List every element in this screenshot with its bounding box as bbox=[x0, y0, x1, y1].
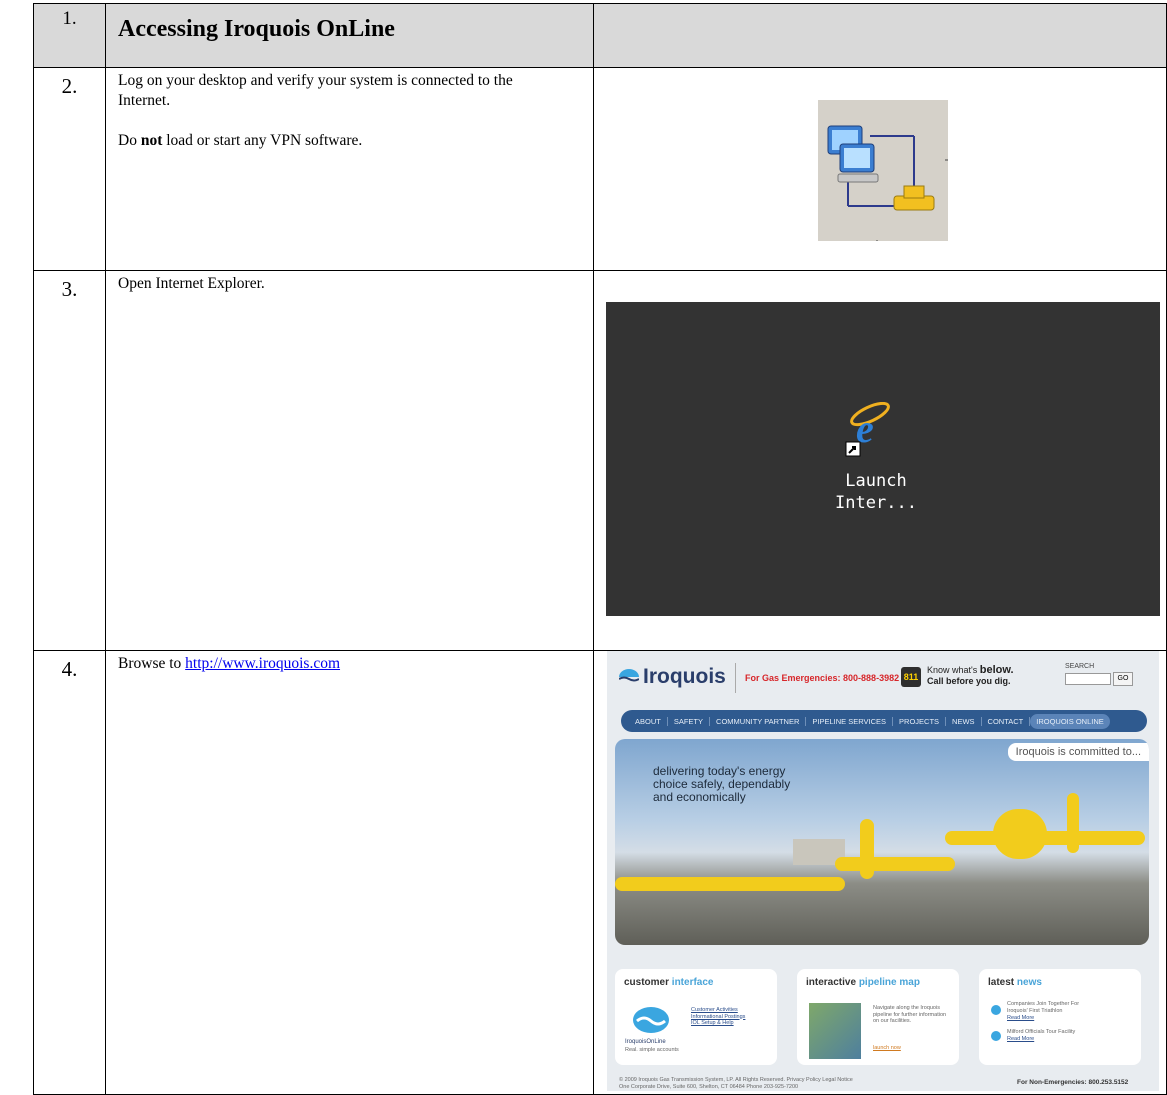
row4-number: 4. bbox=[61, 657, 78, 681]
nav-safety[interactable]: SAFETY bbox=[668, 716, 711, 726]
news-item-2-read-more[interactable]: Read More bbox=[1007, 1036, 1034, 1043]
pipe-vertical bbox=[860, 819, 874, 879]
news-item-1: Companies Join Together For Iroquois' Fi… bbox=[1007, 1001, 1080, 1014]
nav-pipeline-services[interactable]: PIPELINE SERVICES bbox=[806, 716, 894, 726]
row3-number-cell: 3. bbox=[33, 270, 106, 651]
pipe-main bbox=[615, 877, 845, 891]
network-connection-image bbox=[818, 100, 948, 242]
pipeline-map-description: Navigate along the Iroquois pipeline for… bbox=[873, 1005, 947, 1024]
main-nav: ABOUT SAFETY COMMUNITY PARTNER PIPELINE … bbox=[621, 710, 1147, 732]
nav-contact[interactable]: CONTACT bbox=[982, 716, 1031, 726]
pipe-riser bbox=[1067, 793, 1079, 853]
step2-instruction: Log on your desktop and verify your syst… bbox=[118, 72, 513, 109]
pipe-bend bbox=[835, 857, 955, 871]
news-item-1-read-more[interactable]: Read More bbox=[1007, 1015, 1034, 1022]
search-go-button[interactable]: GO bbox=[1113, 672, 1133, 686]
hero-banner: Iroquois is committed to... delivering t… bbox=[615, 739, 1149, 945]
row3-text-cell: Open Internet Explorer. bbox=[105, 270, 594, 651]
search-label: SEARCH bbox=[1065, 663, 1095, 670]
panel2-heading: interactive pipeline map bbox=[806, 977, 920, 988]
row2-number-cell: 2. bbox=[33, 67, 106, 271]
panel3-heading: latest news bbox=[988, 977, 1042, 988]
row2-text-cell: Log on your desktop and verify your syst… bbox=[105, 67, 594, 271]
iroquois-website-screenshot: Iroquois For Gas Emergencies: 800-888-39… bbox=[607, 651, 1159, 1091]
iroquois-online-tagline: Real. simple accounts bbox=[625, 1047, 679, 1053]
row4-number-cell: 4. bbox=[33, 650, 106, 1095]
link-iol-setup-help[interactable]: IOL Setup & Help bbox=[691, 1020, 745, 1027]
news-bullet-icon bbox=[991, 1005, 1001, 1015]
row2-number: 2. bbox=[61, 74, 78, 98]
news-item-2: Milford Officials Tour Facility bbox=[1007, 1029, 1076, 1035]
site-header: Iroquois For Gas Emergencies: 800-888-39… bbox=[618, 663, 1149, 693]
know-whats-below: Know what's below. Call before you dig. bbox=[927, 664, 1014, 687]
ie-shortcut-label[interactable]: Launch Inter... bbox=[806, 470, 946, 514]
step2-vpn-warning: Do not load or start any VPN software. bbox=[118, 132, 363, 149]
launch-now-link[interactable]: launch now bbox=[873, 1045, 901, 1052]
internet-explorer-icon[interactable]: e bbox=[844, 401, 892, 460]
row1-image-cell bbox=[593, 3, 1167, 68]
nav-community-partner[interactable]: COMMUNITY PARTNER bbox=[710, 716, 807, 726]
logo-divider bbox=[735, 663, 736, 693]
content-panels: customer interface IroquoisOnLine Real. … bbox=[615, 969, 1151, 1069]
step3-instruction: Open Internet Explorer. bbox=[118, 275, 265, 292]
link-customer-activities[interactable]: Customer Activities bbox=[691, 1007, 745, 1014]
nav-iroquois-online[interactable]: IROQUOIS ONLINE bbox=[1030, 713, 1110, 729]
pipeline-map-thumbnail bbox=[809, 1003, 861, 1059]
row1-number-cell: 1. bbox=[33, 3, 106, 68]
site-logo-text: Iroquois bbox=[643, 665, 726, 688]
network-connection-icon bbox=[827, 125, 948, 242]
panel-customer-interface: customer interface IroquoisOnLine Real. … bbox=[615, 969, 777, 1065]
panel-pipeline-map: interactive pipeline map Navigate along … bbox=[797, 969, 959, 1065]
hero-tagline: Iroquois is committed to... bbox=[1007, 743, 1149, 761]
news-bullet-icon bbox=[991, 1031, 1001, 1041]
pipe-tank bbox=[993, 809, 1047, 859]
emergency-number: For Gas Emergencies: 800-888-3982 bbox=[745, 673, 900, 683]
row4-text-cell: Browse to http://www.iroquois.com bbox=[105, 650, 594, 1095]
row1-title-cell: Accessing Iroquois OnLine bbox=[105, 3, 594, 68]
iroquois-online-logo-icon bbox=[629, 1005, 673, 1035]
desktop-screenshot: e Launch Inter... bbox=[606, 302, 1160, 616]
panel1-heading: customer interface bbox=[624, 977, 714, 988]
call-811-badge: 811 bbox=[901, 667, 921, 687]
hero-message: delivering today's energy choice safely,… bbox=[653, 764, 791, 804]
search-input[interactable] bbox=[1065, 673, 1111, 685]
non-emergency-number: For Non-Emergencies: 800.253.5152 bbox=[1017, 1079, 1129, 1086]
row3-number: 3. bbox=[61, 277, 78, 301]
step4-instruction: Browse to http://www.iroquois.com bbox=[118, 655, 341, 672]
nav-about[interactable]: ABOUT bbox=[629, 716, 668, 726]
panel-latest-news: latest news Companies Join Together For … bbox=[979, 969, 1141, 1065]
section-title: Accessing Iroquois OnLine bbox=[118, 16, 395, 42]
iroquois-online-brand: IroquoisOnLine bbox=[625, 1039, 666, 1045]
iroquois-logo-icon bbox=[618, 669, 640, 685]
nav-projects[interactable]: PROJECTS bbox=[893, 716, 947, 726]
row1-number: 1. bbox=[62, 8, 77, 29]
iroquois-url-link[interactable]: http://www.iroquois.com bbox=[185, 655, 340, 672]
nav-news[interactable]: NEWS bbox=[946, 716, 982, 726]
